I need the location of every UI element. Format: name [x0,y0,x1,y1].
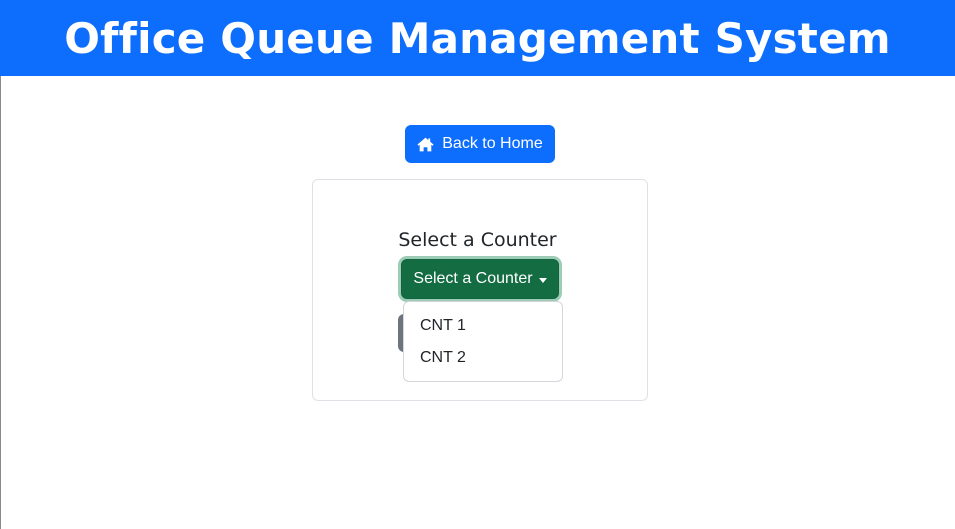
card-title: Select a Counter [398,229,557,251]
app-header: Office Queue Management System [0,0,955,76]
window-left-border [0,76,1,529]
dropdown-item-cnt-1[interactable]: CNT 1 [404,310,562,342]
counter-dropdown-menu: CNT 1 CNT 2 [403,301,563,382]
back-to-home-button[interactable]: Back to Home [405,125,555,163]
select-counter-label: Select a Counter [413,270,533,287]
dropdown-item-cnt-2[interactable]: CNT 2 [404,342,562,374]
caret-down-icon [538,277,547,283]
select-counter-dropdown-toggle[interactable]: Select a Counter [401,259,559,299]
back-to-home-label: Back to Home [442,135,543,152]
home-icon [417,137,434,151]
app-title: Office Queue Management System [64,13,891,63]
